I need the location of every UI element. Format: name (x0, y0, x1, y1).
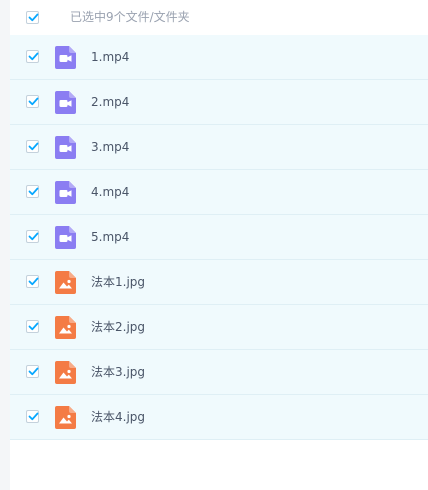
file-checkbox[interactable] (26, 95, 39, 108)
image-file-icon (55, 271, 76, 294)
file-row[interactable]: 4.mp4 (10, 170, 428, 215)
file-list: 1.mp4 2.mp4 3.mp4 4.mp4 5.mp4 法本1.jpg 法本2.jpg 法… (10, 35, 428, 440)
checkmark-icon (28, 322, 39, 331)
file-name[interactable]: 法本4.jpg (91, 409, 145, 426)
checkmark-icon (28, 412, 39, 421)
file-name[interactable]: 法本2.jpg (91, 319, 145, 336)
video-file-icon (55, 226, 76, 249)
select-all-checkbox[interactable] (26, 11, 39, 24)
file-checkbox[interactable] (26, 230, 39, 243)
file-name[interactable]: 4.mp4 (91, 184, 129, 201)
file-row[interactable]: 法本3.jpg (10, 350, 428, 395)
file-name[interactable]: 2.mp4 (91, 94, 129, 111)
file-name[interactable]: 法本3.jpg (91, 364, 145, 381)
checkmark-icon (28, 142, 39, 151)
checkmark-icon (28, 277, 39, 286)
file-name[interactable]: 5.mp4 (91, 229, 129, 246)
image-file-icon (55, 361, 76, 384)
file-checkbox[interactable] (26, 365, 39, 378)
file-name[interactable]: 3.mp4 (91, 139, 129, 156)
video-file-icon (55, 46, 76, 69)
checkmark-icon (28, 232, 39, 241)
selection-header: 已选中9个文件/文件夹 (10, 0, 428, 35)
file-row[interactable]: 3.mp4 (10, 125, 428, 170)
checkmark-icon (28, 97, 39, 106)
file-row[interactable]: 法本2.jpg (10, 305, 428, 350)
file-checkbox[interactable] (26, 320, 39, 333)
image-file-icon (55, 316, 76, 339)
checkmark-icon (28, 52, 39, 61)
checkmark-icon (28, 13, 39, 22)
file-name[interactable]: 法本1.jpg (91, 274, 145, 291)
file-checkbox[interactable] (26, 185, 39, 198)
file-name[interactable]: 1.mp4 (91, 49, 129, 66)
file-checkbox[interactable] (26, 50, 39, 63)
file-list-panel: 已选中9个文件/文件夹 1.mp4 2.mp4 3.mp4 4.mp4 5.mp4 法本1… (10, 0, 428, 490)
video-file-icon (55, 181, 76, 204)
image-file-icon (55, 406, 76, 429)
file-checkbox[interactable] (26, 140, 39, 153)
file-row[interactable]: 1.mp4 (10, 35, 428, 80)
checkmark-icon (28, 367, 39, 376)
file-row[interactable]: 法本1.jpg (10, 260, 428, 305)
video-file-icon (55, 91, 76, 114)
file-row[interactable]: 2.mp4 (10, 80, 428, 125)
video-file-icon (55, 136, 76, 159)
file-row[interactable]: 5.mp4 (10, 215, 428, 260)
file-checkbox[interactable] (26, 275, 39, 288)
checkmark-icon (28, 187, 39, 196)
file-checkbox[interactable] (26, 410, 39, 423)
selection-count-text: 已选中9个文件/文件夹 (70, 10, 190, 24)
file-row[interactable]: 法本4.jpg (10, 395, 428, 440)
